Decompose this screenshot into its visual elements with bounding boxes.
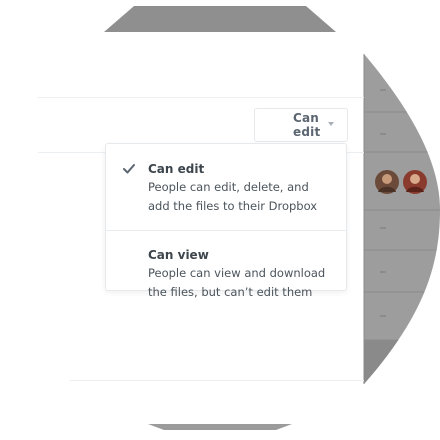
permission-dropdown-label: Can edit (293, 111, 321, 139)
member-avatars[interactable] (372, 168, 432, 198)
row-divider (38, 97, 364, 98)
menu-option-can-view[interactable]: Can view People can view and download th… (106, 246, 346, 302)
share-permissions-view: Can edit Can edit People can edit, delet… (0, 0, 440, 440)
chevron-down-icon (328, 122, 334, 126)
header-decoration (104, 6, 336, 32)
menu-divider (106, 230, 346, 231)
avatar[interactable] (403, 170, 427, 194)
row-divider (70, 380, 364, 381)
footer-decoration (148, 424, 292, 430)
menu-option-can-edit[interactable]: Can edit People can edit, delete, and ad… (106, 160, 346, 216)
option-title: Can view (148, 248, 209, 262)
permission-menu: Can edit People can edit, delete, and ad… (105, 143, 347, 299)
option-description: People can edit, delete, and add the fil… (148, 180, 318, 213)
avatar[interactable] (375, 170, 399, 194)
option-title: Can edit (148, 162, 205, 176)
option-description: People can view and download the files, … (148, 266, 326, 299)
checkmark-icon (123, 164, 135, 174)
permission-dropdown[interactable]: Can edit (254, 108, 348, 142)
